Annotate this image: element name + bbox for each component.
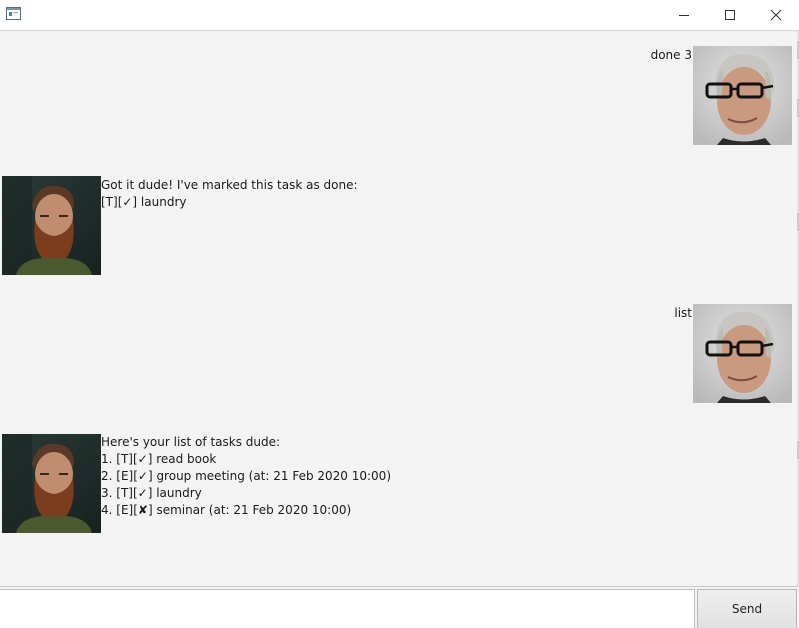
message-line: Here's your list of tasks dude: [101, 435, 281, 449]
input-bar: Send [0, 586, 799, 628]
close-button[interactable] [753, 0, 799, 30]
duke-chat-window: done 3 Got it dude! I've marked this tas… [0, 0, 799, 628]
dialog-container[interactable]: done 3 Got it dude! I've marked this tas… [0, 30, 799, 586]
user-input-field[interactable] [0, 589, 695, 628]
bot-avatar [2, 434, 101, 533]
bot-message-text: Got it dude! I've marked this task as do… [101, 177, 358, 211]
message-line: 3. [T][✓] laundry [101, 486, 202, 500]
user-avatar [693, 304, 792, 403]
message-line: list [674, 306, 692, 320]
send-button[interactable]: Send [697, 589, 797, 628]
user-message-text: list [674, 305, 692, 322]
user-message-text: done 3 [651, 47, 692, 64]
user-avatar [693, 46, 792, 145]
message-line: 4. [E][✘] seminar (at: 21 Feb 2020 10:00… [101, 503, 352, 517]
maximize-icon [725, 10, 735, 20]
minimize-icon [679, 15, 689, 16]
maximize-button[interactable] [707, 0, 753, 30]
message-line: [T][✓] laundry [101, 195, 187, 209]
message-line: Got it dude! I've marked this task as do… [101, 178, 358, 192]
minimize-button[interactable] [661, 0, 707, 30]
bot-avatar [2, 176, 101, 275]
close-icon [770, 9, 782, 21]
message-line: done 3 [650, 48, 692, 62]
app-icon [6, 7, 21, 20]
bot-message-text: Here's your list of tasks dude: 1. [T][✓]… [101, 434, 391, 519]
message-line: 2. [E][✓] group meeting (at: 21 Feb 2020… [101, 469, 391, 483]
title-bar [0, 0, 799, 30]
message-line: 1. [T][✓] read book [101, 452, 217, 466]
